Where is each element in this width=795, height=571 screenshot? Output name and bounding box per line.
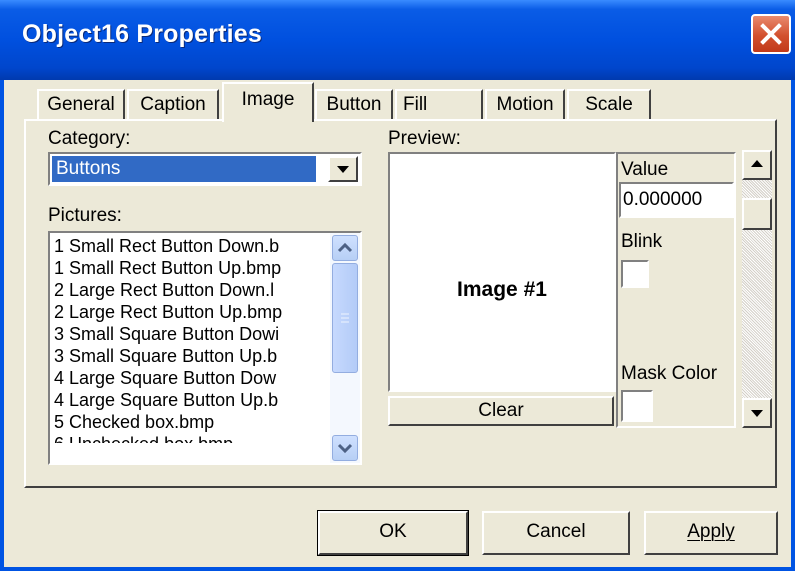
tab-image[interactable]: Image <box>222 82 314 122</box>
tab-motion[interactable]: Motion <box>485 89 565 120</box>
window-title: Object16 Properties <box>22 20 263 48</box>
tab-caption[interactable]: Caption <box>127 89 219 120</box>
tab-strip: General Caption Image Button Fill Motion… <box>4 80 791 122</box>
tab-fill[interactable]: Fill <box>395 89 483 120</box>
cancel-button[interactable]: Cancel <box>482 511 630 555</box>
tab-button[interactable]: Button <box>315 89 393 120</box>
dialog-body: General Caption Image Button Fill Motion… <box>4 80 791 567</box>
properties-dialog: Object16 Properties General Caption Imag… <box>0 0 795 571</box>
close-button[interactable] <box>751 14 791 54</box>
title-bar[interactable]: Object16 Properties <box>0 0 795 80</box>
ok-button[interactable]: OK <box>317 510 469 556</box>
tab-general[interactable]: General <box>37 89 125 120</box>
tab-panel-image <box>24 119 777 488</box>
apply-button[interactable]: Apply <box>644 511 778 555</box>
tab-scale[interactable]: Scale <box>567 89 651 120</box>
close-icon <box>760 23 782 45</box>
